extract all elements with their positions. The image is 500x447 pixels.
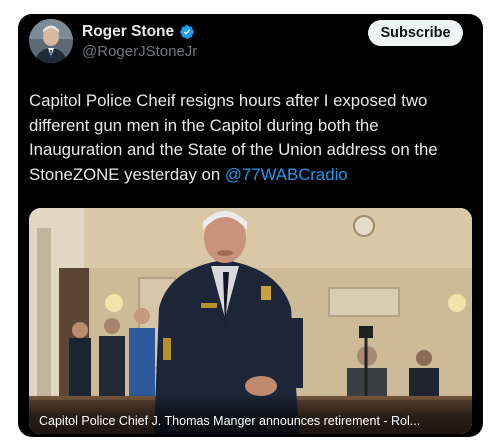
media-caption[interactable]: Capitol Police Chief J. Thomas Manger an… bbox=[39, 414, 420, 428]
mention-link[interactable]: @77WABCradio bbox=[225, 165, 348, 184]
tweet-text: Capitol Police Cheif resigns hours after… bbox=[29, 89, 474, 187]
author-handle[interactable]: @RogerJStoneJr bbox=[82, 43, 197, 60]
author-name-row[interactable]: Roger Stone bbox=[82, 23, 195, 41]
media-caption-overlay: Capitol Police Chief J. Thomas Manger an… bbox=[29, 394, 472, 434]
verified-badge-icon bbox=[180, 25, 194, 39]
subscribe-button[interactable]: Subscribe bbox=[368, 20, 463, 46]
link-card-media[interactable]: Capitol Police Chief J. Thomas Manger an… bbox=[29, 208, 472, 434]
avatar[interactable] bbox=[29, 19, 73, 63]
tweet-card[interactable]: Roger Stone @RogerJStoneJr Subscribe Cap… bbox=[18, 14, 483, 437]
author-display-name[interactable]: Roger Stone bbox=[82, 23, 174, 41]
avatar-image bbox=[29, 19, 73, 63]
